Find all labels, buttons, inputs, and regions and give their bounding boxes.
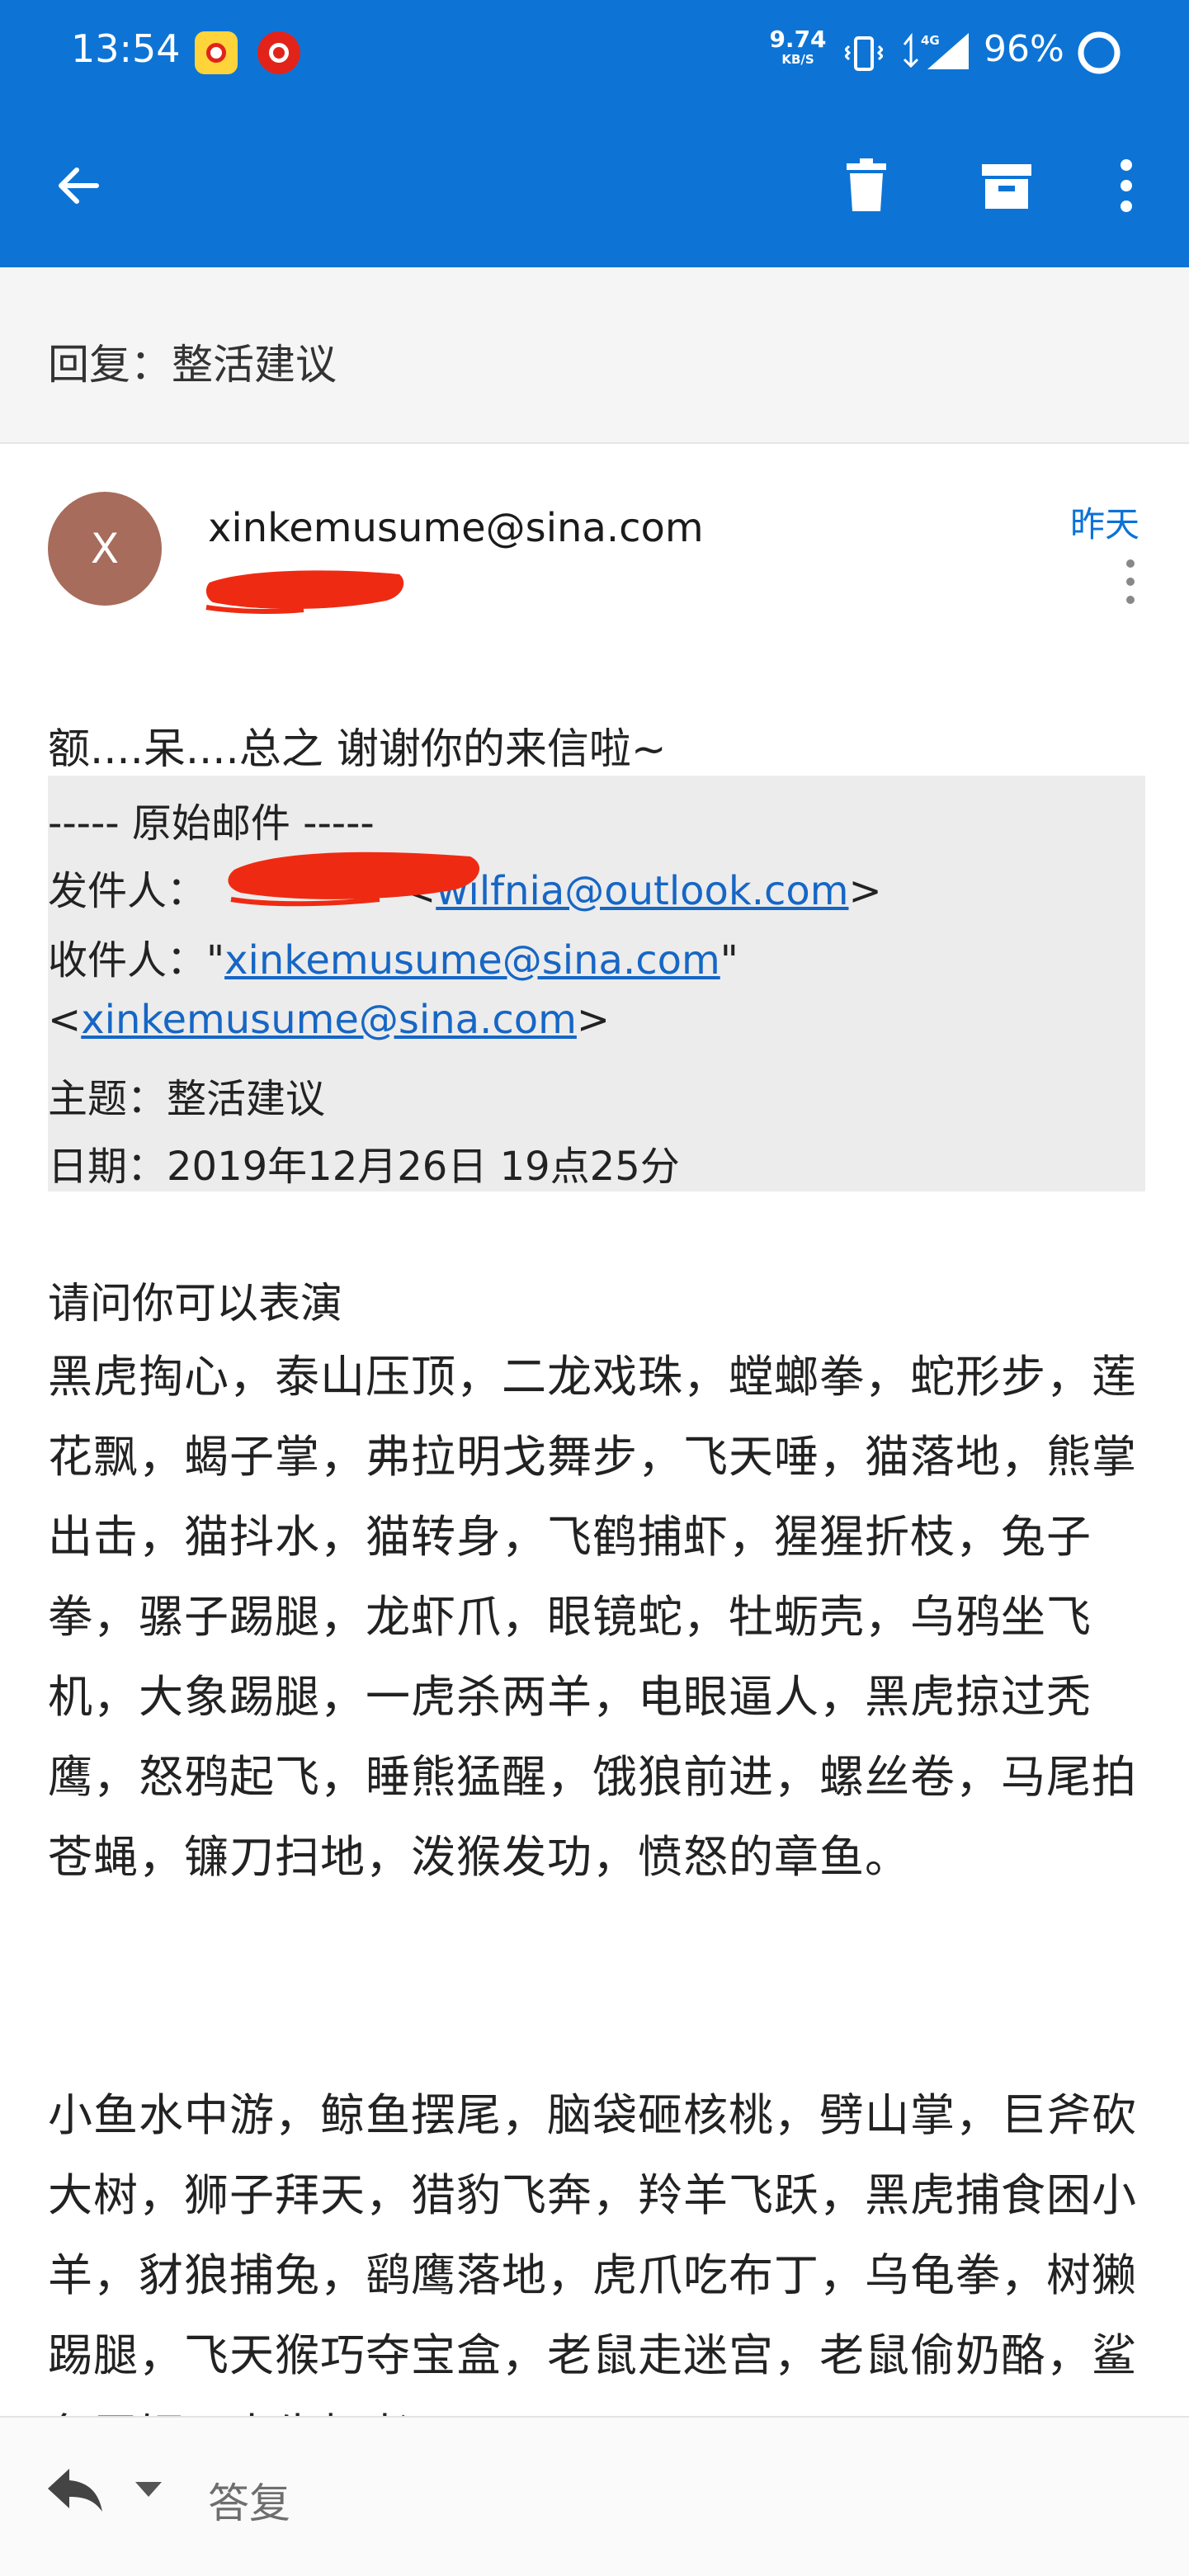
- vibrate-icon: [843, 33, 885, 78]
- quote-from-label: 发件人：: [48, 868, 207, 914]
- body-paragraph-2-viewport: 小鱼水中游，鲸鱼摆尾，脑袋砸核桃，劈山掌，巨斧砍大树，狮子拜天，猎豹飞奔，羚羊飞…: [48, 2075, 1154, 2418]
- app-toolbar: [0, 99, 1189, 267]
- battery-percentage: 96%: [984, 28, 1064, 70]
- quote-to-address-line: <xinkemusume@sina.com>: [48, 997, 611, 1043]
- quote-from-email-link[interactable]: wilfnia@outlook.com: [436, 868, 848, 914]
- quote-subject-line: 主题：整活建议: [48, 1076, 326, 1122]
- back-button[interactable]: [33, 140, 124, 231]
- status-time: 13:54: [71, 26, 181, 71]
- archive-icon: [982, 164, 1031, 209]
- email-subject: 回复：整活建议: [48, 341, 337, 389]
- netease-music-app-icon: [257, 31, 300, 74]
- reply-options-dropdown[interactable]: [132, 2477, 165, 2505]
- network-speed: 9.74 KB/S: [769, 26, 827, 67]
- body-lead-line: 请问你可以表演: [48, 1280, 343, 1328]
- avatar-letter: X: [90, 525, 120, 573]
- chevron-down-icon: [135, 2482, 162, 2497]
- status-bar: 13:54 9.74 KB/S 4G 96%: [0, 0, 1189, 99]
- more-options-button[interactable]: [1097, 140, 1155, 231]
- quote-header: ----- 原始邮件 -----: [48, 800, 375, 847]
- trash-icon: [847, 158, 886, 211]
- reply-bar: 答复: [0, 2416, 1189, 2576]
- message-intro: 额....呆....总之 谢谢你的来信啦~: [48, 725, 667, 774]
- quote-date-line: 日期：2019年12月26日 19点25分: [48, 1144, 680, 1190]
- delete-button[interactable]: [825, 140, 908, 231]
- quoted-original-message: ----- 原始邮件 ----- 发件人：<wilfnia@outlook.co…: [48, 776, 1145, 1191]
- sender-name-redaction-mark: [223, 845, 487, 911]
- network-type-label: 4G: [921, 33, 940, 48]
- quote-to-email-link[interactable]: xinkemusume@sina.com: [224, 937, 720, 984]
- recipient-redaction-mark: [205, 564, 411, 617]
- quote-to-address-link[interactable]: xinkemusume@sina.com: [81, 997, 577, 1043]
- more-vertical-icon: [1126, 559, 1135, 604]
- back-arrow-icon: [59, 167, 99, 204]
- quote-to-line: 收件人："xinkemusume@sina.com": [48, 937, 738, 984]
- message-more-button[interactable]: [1114, 553, 1147, 611]
- sender-avatar[interactable]: X: [48, 492, 162, 606]
- quote-to-label: 收件人：: [48, 937, 207, 984]
- reply-arrow-icon: [48, 2469, 102, 2512]
- weibo-app-icon: [195, 31, 238, 74]
- sender-email[interactable]: xinkemusume@sina.com: [208, 505, 704, 551]
- body-paragraph-1: 黑虎掏心，泰山压顶，二龙戏珠，螳螂拳，蛇形步，莲花飘，蝎子掌，弗拉明戈舞步，飞天…: [48, 1351, 1137, 1883]
- signal-icon: 4G: [899, 30, 974, 76]
- body-paragraph-2: 小鱼水中游，鲸鱼摆尾，脑袋砸核桃，劈山掌，巨斧砍大树，狮子拜天，猎豹飞奔，羚羊飞…: [48, 2089, 1137, 2418]
- message-date: 昨天: [1069, 504, 1139, 545]
- reply-input[interactable]: 答复: [208, 2470, 290, 2530]
- reply-button[interactable]: [46, 2465, 104, 2518]
- archive-button[interactable]: [965, 140, 1048, 231]
- subject-header: 回复：整活建议: [0, 267, 1189, 444]
- more-vertical-icon: [1121, 159, 1132, 212]
- battery-icon: [1076, 30, 1122, 79]
